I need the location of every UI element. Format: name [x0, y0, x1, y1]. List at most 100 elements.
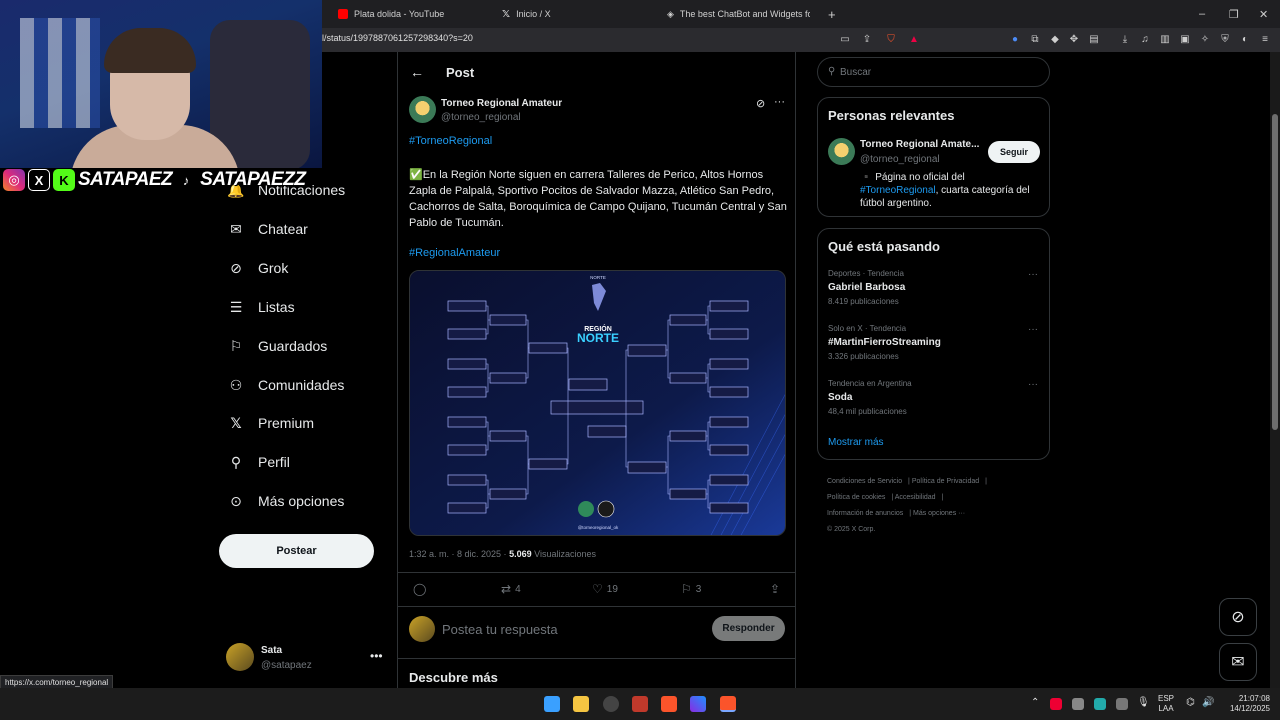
brave-active-icon[interactable] — [720, 696, 736, 712]
brave-shield-icon[interactable]: ⛉ — [884, 33, 898, 47]
author-avatar[interactable] — [409, 96, 436, 123]
more-dots-icon[interactable]: ••• — [370, 649, 383, 663]
search-box[interactable]: ⚲ Buscar — [817, 57, 1050, 87]
brave-rewards-icon[interactable]: ▲ — [907, 33, 921, 47]
relevant-bio: ▪️ Página no oficial del #TorneoRegional… — [860, 171, 1040, 210]
footer-link[interactable]: Información de anuncios — [827, 510, 903, 517]
author-handle[interactable]: @torneo_regional — [441, 112, 521, 123]
author-name[interactable]: Torneo Regional Amateur — [441, 98, 562, 109]
follow-button[interactable]: Seguir — [988, 141, 1040, 163]
trend-item[interactable]: Tendencia en Argentina Soda 48,4 mil pub… — [828, 379, 1040, 416]
nav-premium[interactable]: 𝕏 Premium — [228, 409, 314, 437]
relevant-handle[interactable]: @torneo_regional — [860, 154, 940, 165]
minimize-button[interactable]: – — [1199, 0, 1205, 28]
repost-action[interactable]: ⇄ 4 — [501, 582, 521, 596]
tray-icon[interactable] — [1072, 698, 1084, 710]
nav-chat[interactable]: ✉ Chatear — [228, 215, 308, 243]
share-icon[interactable]: ⇪ — [860, 33, 874, 47]
tray-icon[interactable] — [1116, 698, 1128, 710]
share-action[interactable]: ⇪ — [770, 582, 780, 596]
search-input[interactable]: Buscar — [840, 67, 871, 78]
music-icon[interactable]: ♫ — [1138, 33, 1152, 47]
post-column: ← Post Torneo Regional Amateur @torneo_r… — [397, 52, 796, 688]
copilot-icon[interactable] — [690, 696, 706, 712]
reply-action[interactable]: ◯ — [413, 582, 430, 596]
language-indicator[interactable]: ESP LAA — [1158, 694, 1174, 714]
translate-icon[interactable]: ⧉ — [1028, 33, 1042, 47]
vpn-icon[interactable]: ⛨ — [1218, 33, 1232, 47]
panel-icon[interactable]: ▥ — [1158, 33, 1172, 47]
more-dots-icon[interactable]: ··· — [1028, 269, 1038, 280]
more-dots-icon[interactable]: ··· — [1028, 324, 1038, 335]
footer-link[interactable]: Accesibilidad — [895, 494, 936, 501]
back-arrow-icon[interactable]: ← — [410, 64, 424, 80]
messages-fab[interactable]: ✉ — [1219, 643, 1257, 681]
hashtag-link[interactable]: #TorneoRegional — [860, 185, 936, 196]
tab-chatbot[interactable]: ◈ The best ChatBot and Widgets for Ki — [667, 0, 817, 28]
nav-label: Premium — [258, 415, 315, 431]
scrollbar[interactable] — [1270, 52, 1280, 688]
brave-icon[interactable] — [661, 696, 677, 712]
menu-icon[interactable]: ≡ — [1258, 33, 1272, 47]
clock[interactable]: 21:07:08 14/12/2025 — [1224, 694, 1270, 714]
nav-label: Grok — [258, 260, 289, 276]
nav-more[interactable]: ⊙ Más opciones — [228, 487, 344, 515]
footer-link[interactable]: Condiciones de Servicio — [827, 478, 902, 485]
author-avatar[interactable] — [828, 138, 855, 165]
microphone-icon[interactable]: 🎙 — [1137, 698, 1150, 708]
tab-x-home[interactable]: 𝕏 Inicio / X — [502, 0, 652, 28]
wallet-icon[interactable]: ▣ — [1178, 33, 1192, 47]
footer-link[interactable]: Política de cookies — [827, 494, 885, 501]
post-time[interactable]: 1:32 a. m. · 8 dic. 2025 · — [409, 549, 509, 559]
file-explorer-icon[interactable] — [573, 696, 589, 712]
extension-icon[interactable]: ● — [1008, 33, 1022, 47]
puzzle-icon[interactable]: ✥ — [1067, 33, 1081, 47]
maximize-button[interactable]: ❐ — [1229, 0, 1239, 28]
more-dots-icon[interactable]: ··· — [1028, 379, 1038, 390]
like-action[interactable]: ♡ 19 — [592, 582, 618, 596]
app-icon[interactable] — [632, 696, 648, 712]
reply-button[interactable]: Responder — [712, 616, 785, 641]
grok-icon[interactable]: ⊘ — [756, 97, 765, 110]
relevant-name[interactable]: Torneo Regional Amate... — [860, 139, 985, 150]
hashtag-link[interactable]: #RegionalAmateur — [409, 247, 500, 259]
nav-lists[interactable]: ☰ Listas — [228, 293, 295, 321]
close-window-button[interactable]: ✕ — [1259, 0, 1268, 28]
footer-link[interactable]: Política de Privacidad — [912, 478, 979, 485]
nav-bookmarks[interactable]: ⚐ Guardados — [228, 332, 328, 360]
profile-icon[interactable]: ◐ — [1238, 33, 1252, 47]
footer-link[interactable]: Más opciones ··· — [913, 510, 965, 517]
diamond-icon[interactable]: ◆ — [1048, 33, 1062, 47]
tray-icon[interactable] — [1050, 698, 1062, 710]
search-icon: ⚲ — [828, 66, 836, 77]
more-circle-icon: ⊙ — [230, 492, 242, 509]
account-switcher[interactable]: Sata @satapaez ••• — [226, 643, 386, 673]
hashtag-link[interactable]: #TorneoRegional — [409, 135, 492, 147]
nav-communities[interactable]: ⚇ Comunidades — [228, 371, 345, 399]
new-tab-button[interactable]: + — [828, 0, 836, 28]
nav-profile[interactable]: ⚲ Perfil — [228, 448, 290, 476]
url-field[interactable]: l/status/1997887061257298340?s=20 — [322, 33, 473, 43]
trend-item[interactable]: Solo en X · Tendencia #MartinFierroStrea… — [828, 324, 1040, 361]
show-more-link[interactable]: Mostrar más — [828, 437, 884, 448]
download-icon[interactable]: ⤓ — [1118, 33, 1132, 47]
leo-icon[interactable]: ✧ — [1198, 33, 1212, 47]
trend-item[interactable]: Deportes · Tendencia Gabriel Barbosa 8.4… — [828, 269, 1040, 306]
tab-youtube[interactable]: Plata dolida - YouTube — [338, 0, 488, 28]
volume-icon[interactable]: 🔊 — [1202, 698, 1214, 708]
network-icon[interactable]: ⌬ — [1186, 698, 1195, 708]
more-dots-icon[interactable]: ··· — [774, 96, 785, 108]
windows-start-icon[interactable] — [544, 696, 560, 712]
tray-icon[interactable] — [1094, 698, 1106, 710]
grok-fab[interactable]: ⊘ — [1219, 598, 1257, 636]
reply-input[interactable]: Postea tu respuesta — [442, 622, 558, 637]
sidebar-icon[interactable]: ▤ — [1087, 33, 1101, 47]
obs-icon[interactable] — [603, 696, 619, 712]
cast-icon[interactable]: ▭ — [838, 33, 852, 47]
chevron-up-icon[interactable]: ⌃ — [1031, 698, 1039, 708]
post-button[interactable]: Postear — [219, 534, 374, 568]
post-image[interactable]: NORTE REGIÓN NORTE @torneoregional_ok — [409, 270, 786, 536]
bookmark-action[interactable]: ⚐ 3 — [681, 582, 701, 596]
scrollbar-thumb[interactable] — [1272, 114, 1278, 430]
nav-grok[interactable]: ⊘ Grok — [228, 254, 288, 282]
